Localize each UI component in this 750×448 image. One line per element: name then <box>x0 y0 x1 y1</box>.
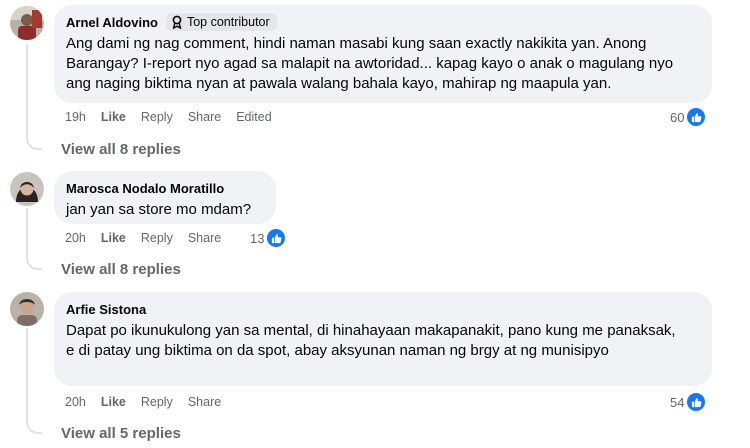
contributor-ribbon-icon <box>172 15 182 29</box>
reaction-count[interactable]: 60 <box>670 108 706 126</box>
thumbs-up-icon <box>687 108 706 126</box>
comment-actions: 20h Like Reply Share <box>65 395 236 409</box>
like-button[interactable]: Like <box>101 395 126 409</box>
comment-bubble: Arfie Sistona Dapat po ikunukulong yan s… <box>54 292 712 386</box>
comment-time[interactable]: 20h <box>65 395 86 409</box>
reaction-count-value: 13 <box>250 230 265 246</box>
thread-line <box>26 44 28 134</box>
thread-line <box>26 208 28 254</box>
comment-time[interactable]: 20h <box>65 231 86 245</box>
view-replies-link[interactable]: View all 8 replies <box>61 261 181 278</box>
thumbs-up-icon <box>687 393 706 411</box>
reply-button[interactable]: Reply <box>141 110 173 124</box>
comment-bubble: Marosca Nodalo Moratillo jan yan sa stor… <box>54 171 276 224</box>
avatar[interactable] <box>10 292 44 326</box>
avatar[interactable] <box>10 6 44 40</box>
thread-elbow <box>26 418 42 434</box>
reaction-count[interactable]: 54 <box>670 393 706 411</box>
reaction-count-value: 60 <box>670 109 685 125</box>
comment-actions: 20h Like Reply Share <box>65 231 236 245</box>
share-button[interactable]: Share <box>188 110 221 124</box>
reaction-count[interactable]: 13 <box>250 229 286 247</box>
like-button[interactable]: Like <box>101 231 126 245</box>
reaction-count-value: 54 <box>670 394 685 410</box>
badge-label: Top contributor <box>186 15 270 29</box>
share-button[interactable]: Share <box>188 395 221 409</box>
reply-button[interactable]: Reply <box>141 395 173 409</box>
top-contributor-badge[interactable]: Top contributor <box>165 13 277 31</box>
thread-line <box>26 328 28 418</box>
view-replies-link[interactable]: View all 8 replies <box>61 141 181 158</box>
view-replies-link[interactable]: View all 5 replies <box>61 425 181 442</box>
comment-author[interactable]: Marosca Nodalo Moratillo <box>66 181 224 196</box>
edited-label[interactable]: Edited <box>236 110 271 124</box>
thread-elbow <box>26 254 42 270</box>
comment-time[interactable]: 19h <box>65 110 86 124</box>
comment-text: jan yan sa store mo mdam? <box>66 201 252 218</box>
like-button[interactable]: Like <box>101 110 126 124</box>
comment-actions: 19h Like Reply Share Edited <box>65 110 287 124</box>
comment-text: Dapat po ikunukulong yan sa mental, di h… <box>66 322 676 359</box>
comment-author[interactable]: Arnel Aldovino <box>66 15 158 30</box>
reply-button[interactable]: Reply <box>141 231 173 245</box>
comment-bubble: Arnel Aldovino Top contributor Ang dami … <box>54 5 712 103</box>
thumbs-up-icon <box>267 229 286 247</box>
comment-text: Ang dami ng nag comment, hindi naman mas… <box>66 35 674 92</box>
comment-author[interactable]: Arfie Sistona <box>66 302 146 317</box>
thread-elbow <box>26 134 42 150</box>
avatar[interactable] <box>10 172 44 206</box>
share-button[interactable]: Share <box>188 231 221 245</box>
